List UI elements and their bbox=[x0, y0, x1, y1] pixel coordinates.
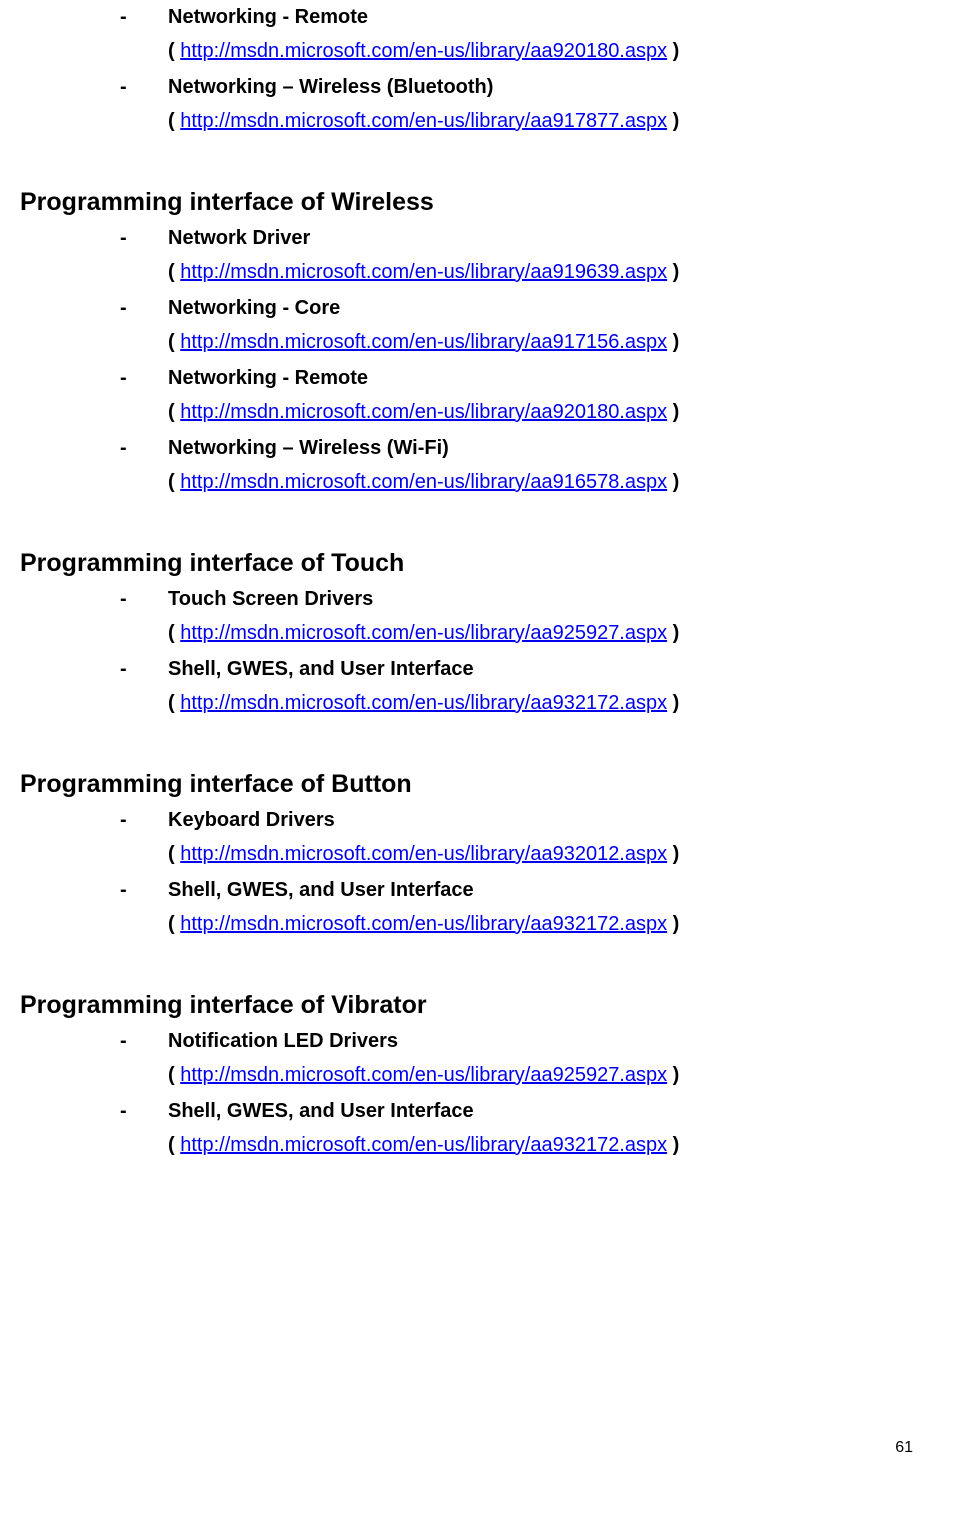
page-number: 61 bbox=[895, 1439, 913, 1457]
list-item: - Networking - Remote ( http://msdn.micr… bbox=[120, 0, 953, 68]
list-item: -Shell, GWES, and User Interface ( http:… bbox=[120, 873, 953, 941]
dash-bullet: - bbox=[120, 1094, 168, 1128]
list-item: -Keyboard Drivers ( http://msdn.microsof… bbox=[120, 803, 953, 871]
item-heading-row: - Networking – Wireless (Bluetooth) bbox=[120, 70, 953, 104]
section-button: Programming interface of Button -Keyboar… bbox=[20, 770, 953, 941]
dash-bullet: - bbox=[120, 70, 168, 104]
list-item: - Networking – Wireless (Bluetooth) ( ht… bbox=[120, 70, 953, 138]
item-label: Networking - Remote bbox=[168, 0, 368, 34]
item-label: Shell, GWES, and User Interface bbox=[168, 873, 474, 907]
item-link[interactable]: http://msdn.microsoft.com/en-us/library/… bbox=[180, 471, 667, 493]
item-label: Touch Screen Drivers bbox=[168, 582, 373, 616]
open-paren: ( bbox=[168, 110, 180, 132]
list-item: -Notification LED Drivers ( http://msdn.… bbox=[120, 1024, 953, 1092]
item-link[interactable]: http://msdn.microsoft.com/en-us/library/… bbox=[180, 40, 667, 62]
open-paren: ( bbox=[168, 1134, 180, 1156]
item-link[interactable]: http://msdn.microsoft.com/en-us/library/… bbox=[180, 401, 667, 423]
dash-bullet: - bbox=[120, 221, 168, 255]
item-link[interactable]: http://msdn.microsoft.com/en-us/library/… bbox=[180, 913, 667, 935]
dash-bullet: - bbox=[120, 361, 168, 395]
open-paren: ( bbox=[168, 331, 180, 353]
close-paren: ) bbox=[667, 110, 679, 132]
list-item: -Networking – Wireless (Wi-Fi) ( http://… bbox=[120, 431, 953, 499]
item-url-row: ( http://msdn.microsoft.com/en-us/librar… bbox=[168, 34, 953, 68]
close-paren: ) bbox=[667, 40, 679, 62]
dash-bullet: - bbox=[120, 582, 168, 616]
section-touch: Programming interface of Touch -Touch Sc… bbox=[20, 549, 953, 720]
item-link[interactable]: http://msdn.microsoft.com/en-us/library/… bbox=[180, 692, 667, 714]
dash-bullet: - bbox=[120, 652, 168, 686]
item-label: Keyboard Drivers bbox=[168, 803, 335, 837]
item-url-row: ( http://msdn.microsoft.com/en-us/librar… bbox=[168, 104, 953, 138]
open-paren: ( bbox=[168, 1064, 180, 1086]
close-paren: ) bbox=[667, 1134, 679, 1156]
close-paren: ) bbox=[667, 331, 679, 353]
list-item: -Touch Screen Drivers ( http://msdn.micr… bbox=[120, 582, 953, 650]
top-item-group: - Networking - Remote ( http://msdn.micr… bbox=[20, 0, 953, 138]
item-link[interactable]: http://msdn.microsoft.com/en-us/library/… bbox=[180, 1064, 667, 1086]
dash-bullet: - bbox=[120, 291, 168, 325]
dash-bullet: - bbox=[120, 803, 168, 837]
section-heading: Programming interface of Button bbox=[20, 770, 953, 799]
open-paren: ( bbox=[168, 261, 180, 283]
item-label: Shell, GWES, and User Interface bbox=[168, 1094, 474, 1128]
item-link[interactable]: http://msdn.microsoft.com/en-us/library/… bbox=[180, 843, 667, 865]
close-paren: ) bbox=[667, 692, 679, 714]
item-link[interactable]: http://msdn.microsoft.com/en-us/library/… bbox=[180, 331, 667, 353]
section-wireless: Programming interface of Wireless -Netwo… bbox=[20, 188, 953, 499]
list-item: -Networking - Core ( http://msdn.microso… bbox=[120, 291, 953, 359]
item-link[interactable]: http://msdn.microsoft.com/en-us/library/… bbox=[180, 622, 667, 644]
item-heading-row: - Networking - Remote bbox=[120, 0, 953, 34]
section-heading: Programming interface of Touch bbox=[20, 549, 953, 578]
document-page: - Networking - Remote ( http://msdn.micr… bbox=[0, 0, 973, 1162]
item-label: Network Driver bbox=[168, 221, 310, 255]
open-paren: ( bbox=[168, 401, 180, 423]
item-label: Notification LED Drivers bbox=[168, 1024, 398, 1058]
dash-bullet: - bbox=[120, 0, 168, 34]
close-paren: ) bbox=[667, 261, 679, 283]
dash-bullet: - bbox=[120, 431, 168, 465]
list-item: -Shell, GWES, and User Interface ( http:… bbox=[120, 652, 953, 720]
open-paren: ( bbox=[168, 622, 180, 644]
list-item: -Network Driver ( http://msdn.microsoft.… bbox=[120, 221, 953, 289]
close-paren: ) bbox=[667, 843, 679, 865]
item-label: Networking – Wireless (Wi-Fi) bbox=[168, 431, 449, 465]
item-label: Networking - Remote bbox=[168, 361, 368, 395]
item-label: Networking – Wireless (Bluetooth) bbox=[168, 70, 493, 104]
item-link[interactable]: http://msdn.microsoft.com/en-us/library/… bbox=[180, 1134, 667, 1156]
list-item: -Shell, GWES, and User Interface ( http:… bbox=[120, 1094, 953, 1162]
open-paren: ( bbox=[168, 913, 180, 935]
section-vibrator: Programming interface of Vibrator -Notif… bbox=[20, 991, 953, 1162]
open-paren: ( bbox=[168, 40, 180, 62]
section-heading: Programming interface of Vibrator bbox=[20, 991, 953, 1020]
dash-bullet: - bbox=[120, 873, 168, 907]
open-paren: ( bbox=[168, 471, 180, 493]
item-link[interactable]: http://msdn.microsoft.com/en-us/library/… bbox=[180, 110, 667, 132]
close-paren: ) bbox=[667, 913, 679, 935]
item-link[interactable]: http://msdn.microsoft.com/en-us/library/… bbox=[180, 261, 667, 283]
section-heading: Programming interface of Wireless bbox=[20, 188, 953, 217]
item-label: Networking - Core bbox=[168, 291, 340, 325]
close-paren: ) bbox=[667, 1064, 679, 1086]
close-paren: ) bbox=[667, 622, 679, 644]
item-label: Shell, GWES, and User Interface bbox=[168, 652, 474, 686]
close-paren: ) bbox=[667, 401, 679, 423]
open-paren: ( bbox=[168, 843, 180, 865]
list-item: -Networking - Remote ( http://msdn.micro… bbox=[120, 361, 953, 429]
close-paren: ) bbox=[667, 471, 679, 493]
open-paren: ( bbox=[168, 692, 180, 714]
dash-bullet: - bbox=[120, 1024, 168, 1058]
